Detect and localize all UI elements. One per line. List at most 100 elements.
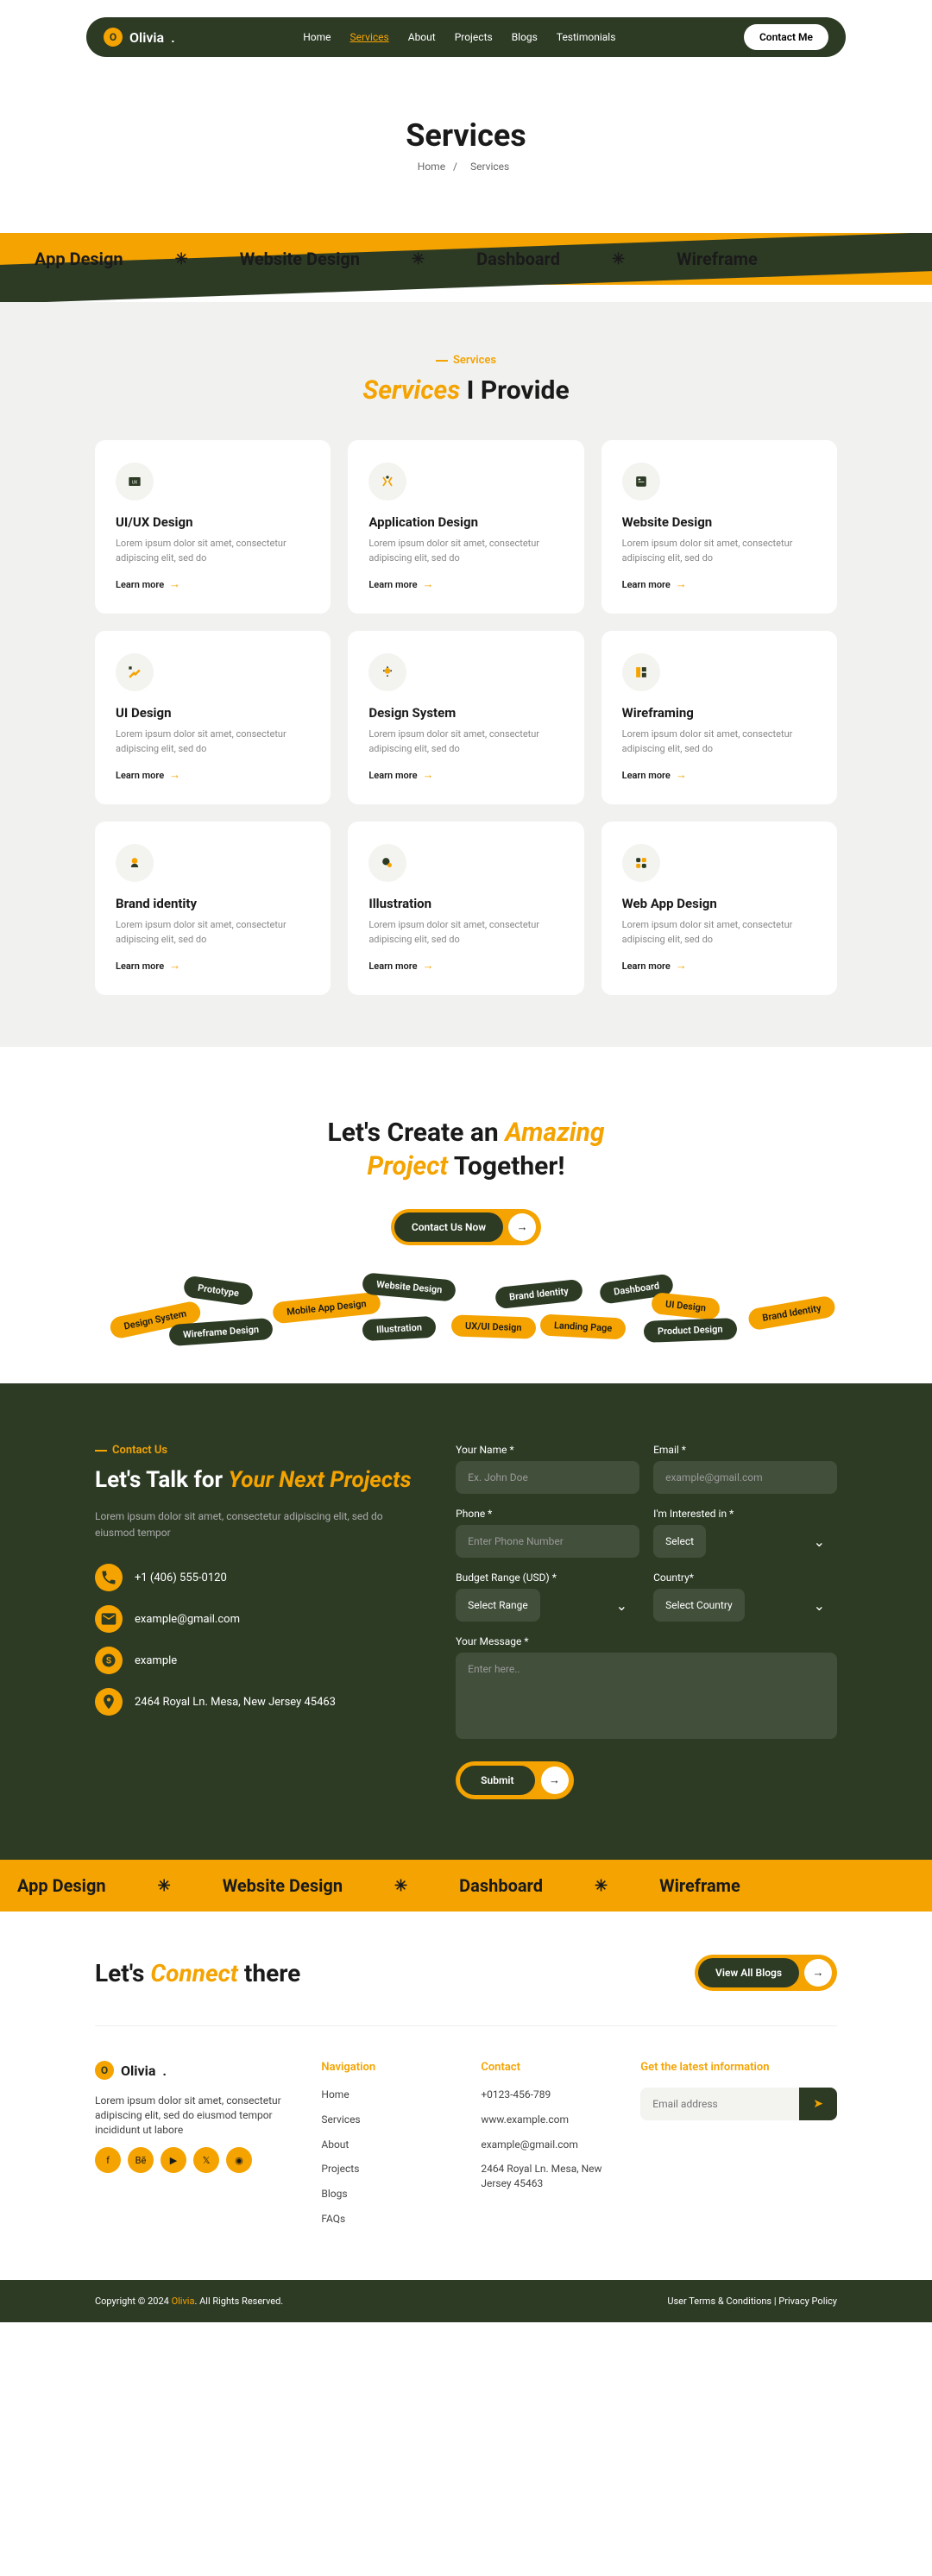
- footer-about: OOlivia. Lorem ipsum dolor sit amet, con…: [95, 2061, 295, 2237]
- privacy-link[interactable]: Privacy Policy: [778, 2296, 837, 2307]
- hero: Services Home / Services: [0, 74, 932, 233]
- legal-links: User Terms & Conditions | Privacy Policy: [667, 2296, 837, 2307]
- section-tag: Services: [95, 354, 837, 367]
- contact-desc: Lorem ipsum dolor sit amet, consectetur …: [95, 1508, 412, 1541]
- message-input[interactable]: [456, 1653, 837, 1739]
- twitter-icon[interactable]: 𝕏: [193, 2147, 219, 2173]
- learn-more-link[interactable]: Learn more →: [368, 577, 563, 591]
- star-icon: ✳: [595, 1877, 608, 1895]
- contact-phone: +1 (406) 555-0120: [95, 1564, 412, 1591]
- location-icon: [95, 1688, 123, 1716]
- footer-contact: Contact +0123-456-789 www.example.com ex…: [481, 2061, 614, 2237]
- card-title: Website Design: [622, 514, 816, 530]
- contact-us-button[interactable]: Contact Us Now →: [391, 1209, 541, 1245]
- pills-cloud: Design System Prototype Wireframe Design…: [95, 1271, 837, 1349]
- card-title: Web App Design: [622, 896, 816, 911]
- phone-input[interactable]: [456, 1525, 639, 1558]
- connect-title: Let's Connect there: [95, 1959, 300, 1987]
- logo[interactable]: O Olivia.: [104, 28, 175, 47]
- footer-link[interactable]: Projects: [321, 2162, 455, 2176]
- card-title: Wireframing: [622, 705, 816, 721]
- card-desc: Lorem ipsum dolor sit amet, consectetur …: [622, 918, 816, 947]
- skype-icon: S: [95, 1647, 123, 1674]
- budget-select[interactable]: Select Range: [456, 1589, 540, 1622]
- instagram-icon[interactable]: ◉: [226, 2147, 252, 2173]
- service-icon: UX: [116, 463, 154, 501]
- contact-me-button[interactable]: Contact Me: [744, 24, 828, 50]
- service-icon: [368, 653, 406, 691]
- pill: Illustration: [362, 1316, 436, 1341]
- pill: Mobile App Design: [272, 1292, 381, 1325]
- footer-newsletter: Get the latest information ➤: [640, 2061, 837, 2237]
- pill: Prototype: [183, 1275, 255, 1307]
- email-label: Email *: [653, 1444, 837, 1456]
- pill: UX/UI Design: [450, 1314, 535, 1338]
- contact-section: Contact Us Let's Talk for Your Next Proj…: [0, 1383, 932, 1860]
- contact-title: Let's Talk for Your Next Projects: [95, 1467, 412, 1493]
- behance-icon[interactable]: Bē: [128, 2147, 154, 2173]
- newsletter-submit[interactable]: ➤: [799, 2088, 837, 2120]
- nav-services[interactable]: Services: [350, 31, 389, 43]
- learn-more-link[interactable]: Learn more →: [622, 768, 816, 782]
- nav-testimonials[interactable]: Testimonials: [557, 31, 616, 43]
- nav-home[interactable]: Home: [303, 31, 331, 43]
- facebook-icon[interactable]: f: [95, 2147, 121, 2173]
- email-input[interactable]: [653, 1461, 837, 1494]
- card-title: Illustration: [368, 896, 563, 911]
- nav-about[interactable]: About: [408, 31, 436, 43]
- card-title: UI Design: [116, 705, 310, 721]
- learn-more-link[interactable]: Learn more →: [116, 577, 310, 591]
- footer-link[interactable]: Blogs: [321, 2187, 455, 2201]
- message-label: Your Message *: [456, 1635, 837, 1647]
- arrow-icon: →: [804, 1959, 832, 1987]
- terms-link[interactable]: User Terms & Conditions: [667, 2296, 771, 2307]
- interest-label: I'm Interested in *: [653, 1508, 837, 1520]
- service-icon: [368, 844, 406, 882]
- arrow-icon: →: [676, 959, 687, 973]
- nav-blogs[interactable]: Blogs: [512, 31, 538, 43]
- budget-label: Budget Range (USD) *: [456, 1571, 639, 1584]
- footer-link[interactable]: About: [321, 2138, 455, 2152]
- star-icon: ✳: [158, 1877, 171, 1895]
- service-card: Application Design Lorem ipsum dolor sit…: [348, 440, 583, 614]
- learn-more-link[interactable]: Learn more →: [116, 959, 310, 973]
- name-input[interactable]: [456, 1461, 639, 1494]
- services-section: Services Services I Provide UX UI/UX Des…: [0, 302, 932, 1047]
- learn-more-link[interactable]: Learn more →: [622, 959, 816, 973]
- crumb-home[interactable]: Home: [418, 161, 445, 173]
- footer-section: Let's Connect there View All Blogs → OOl…: [0, 1912, 932, 2280]
- view-blogs-button[interactable]: View All Blogs →: [695, 1955, 837, 1991]
- learn-more-link[interactable]: Learn more →: [622, 577, 816, 591]
- newsletter-input[interactable]: [640, 2088, 799, 2120]
- logo-mark-icon: O: [104, 28, 123, 47]
- footer-link[interactable]: www.example.com: [481, 2113, 614, 2127]
- footer-link[interactable]: FAQs: [321, 2212, 455, 2226]
- star-icon: ✳: [612, 250, 625, 268]
- footer-desc: Lorem ipsum dolor sit amet, consectetur …: [95, 2094, 295, 2137]
- footer-link[interactable]: example@gmail.com: [481, 2138, 614, 2152]
- nav-projects[interactable]: Projects: [455, 31, 493, 43]
- contact-tag: Contact Us: [95, 1444, 412, 1457]
- service-icon: [116, 653, 154, 691]
- footer-ribbon: App Design ✳ Website Design ✳ Dashboard …: [0, 1860, 932, 1912]
- svg-text:UX: UX: [132, 481, 137, 486]
- learn-more-link[interactable]: Learn more →: [368, 959, 563, 973]
- service-icon: [622, 463, 660, 501]
- learn-more-link[interactable]: Learn more →: [116, 768, 310, 782]
- interest-select[interactable]: Select: [653, 1525, 706, 1558]
- learn-more-link[interactable]: Learn more →: [368, 768, 563, 782]
- submit-button[interactable]: Submit →: [456, 1761, 573, 1799]
- ribbon-banner: App Design ✳ Website Design ✳ Dashboard …: [0, 233, 932, 302]
- youtube-icon[interactable]: ▶: [161, 2147, 186, 2173]
- copyright-text: Copyright © 2024 Olivia. All Rights Rese…: [95, 2296, 283, 2307]
- contact-skype: S example: [95, 1647, 412, 1674]
- country-select[interactable]: Select Country: [653, 1589, 745, 1622]
- footer-link[interactable]: Services: [321, 2113, 455, 2127]
- card-desc: Lorem ipsum dolor sit amet, consectetur …: [622, 727, 816, 756]
- footer-link[interactable]: Home: [321, 2088, 455, 2102]
- contact-form: Your Name * Email * Phone * I'm Interest…: [456, 1444, 837, 1799]
- card-title: Brand identity: [116, 896, 310, 911]
- footer-link[interactable]: +0123-456-789: [481, 2088, 614, 2102]
- star-icon: ✳: [412, 250, 425, 268]
- ribbon-item: Website Design: [240, 249, 360, 269]
